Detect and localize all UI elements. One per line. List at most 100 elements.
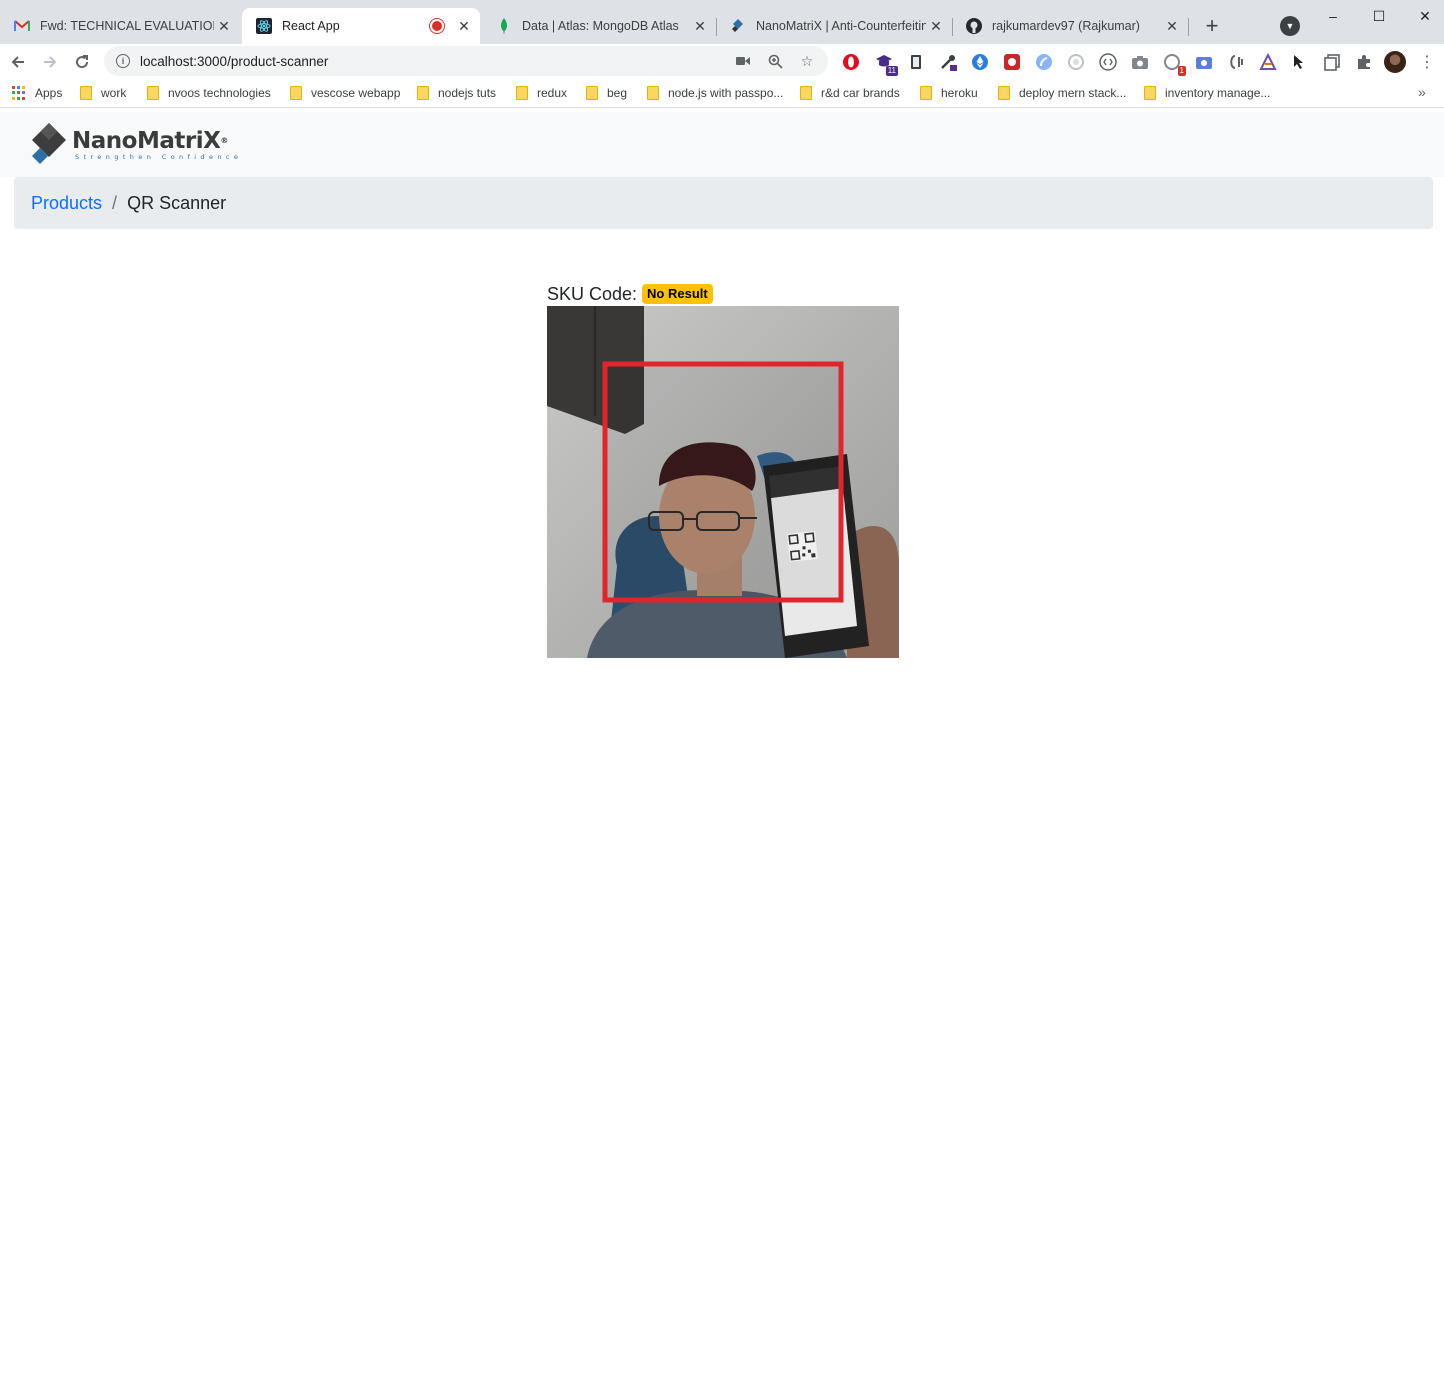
maximize-button[interactable]: ☐ (1364, 4, 1394, 28)
academic-cap-extension-icon[interactable]: 11 (874, 52, 898, 76)
bookmark-label: beg (607, 86, 628, 100)
folder-icon (920, 86, 932, 100)
mongodb-leaf-icon (496, 18, 512, 34)
qr-scanner: SKU Code: No Result (547, 282, 899, 658)
folder-icon (147, 86, 159, 100)
new-tab-button[interactable]: + (1200, 13, 1224, 38)
bookmark-label: nodejs tuts (438, 86, 497, 100)
folder-icon (586, 86, 598, 100)
window-close-button[interactable]: ✕ (1410, 4, 1440, 28)
nanomatrix-icon (730, 18, 746, 34)
url-text[interactable]: localhost:3000/product-scanner (140, 54, 732, 69)
camera-in-use-icon[interactable] (732, 50, 754, 72)
sku-code-label: SKU Code: (547, 283, 638, 304)
tab-react-app[interactable]: React App ✕ (242, 8, 480, 44)
back-arrow-icon (11, 56, 24, 68)
bookmark-folder-nodejs-tuts[interactable]: nodejs tuts (417, 84, 496, 102)
bookmark-label: node.js with passpo... (668, 86, 784, 100)
red-extension-icon[interactable] (1002, 52, 1022, 72)
bookmark-folder-work[interactable]: work (80, 84, 126, 102)
folder-icon (290, 86, 302, 100)
copy-extension-icon[interactable] (1322, 52, 1342, 72)
tab-separator (1188, 18, 1189, 36)
bookmark-label: nvoos technologies (168, 86, 271, 100)
blue-swirl-extension-icon[interactable] (1034, 52, 1054, 72)
breadcrumb-link-products[interactable]: Products (31, 193, 102, 214)
tab-mongodb[interactable]: Data | Atlas: MongoDB Atlas ✕ (482, 8, 716, 44)
grey-circle-extension-icon[interactable] (1066, 52, 1086, 72)
bookmark-folder-inventory[interactable]: inventory manage... (1144, 84, 1270, 102)
camera-feed (547, 306, 899, 658)
close-icon[interactable]: ✕ (1162, 16, 1182, 36)
triangle-extension-icon[interactable] (1258, 52, 1278, 72)
close-icon[interactable]: ✕ (454, 16, 474, 36)
app-navbar: NanoMatriX® Strengthen Confidence (0, 112, 1444, 177)
reload-button[interactable] (70, 50, 94, 74)
extensions-puzzle-icon[interactable] (1354, 52, 1374, 72)
screenshot-extension-icon[interactable] (1194, 52, 1214, 72)
brand-tagline: Strengthen Confidence (75, 153, 243, 161)
brand-name: NanoMatriX® (72, 128, 228, 154)
notification-extension-icon[interactable]: 1 (1162, 52, 1186, 76)
tab-gmail[interactable]: Fwd: TECHNICAL EVALUATION E ✕ (0, 8, 240, 44)
browser-toolbar: i localhost:3000/product-scanner ☆ 11 1 … (0, 44, 1444, 78)
profile-avatar[interactable] (1384, 51, 1406, 73)
nanomatrix-logo-icon (32, 123, 66, 164)
tab-title: React App (282, 19, 340, 33)
breadcrumb-current: QR Scanner (127, 192, 227, 213)
cursor-extension-icon[interactable] (1290, 52, 1310, 72)
address-bar[interactable]: i localhost:3000/product-scanner ☆ (104, 46, 828, 76)
tab-title: Data | Atlas: MongoDB Atlas (522, 19, 679, 33)
bookmark-apps[interactable]: Apps (12, 84, 62, 102)
eyedropper-extension-icon[interactable] (938, 52, 958, 72)
forward-button[interactable] (38, 50, 62, 74)
tab-search-icon[interactable]: ▼ (1280, 16, 1300, 36)
bookmark-label: work (101, 86, 127, 100)
bookmark-folder-nvoos[interactable]: nvoos technologies (147, 84, 271, 102)
minimize-button[interactable]: – (1318, 4, 1348, 28)
bookmark-label: redux (537, 86, 568, 100)
tab-title: Fwd: TECHNICAL EVALUATION E (40, 19, 214, 33)
opera-extension-icon[interactable] (841, 52, 861, 72)
bookmark-label: heroku (941, 86, 978, 100)
back-button[interactable] (6, 50, 30, 74)
bracket-extension-icon[interactable] (1226, 52, 1246, 72)
camera-extension-icon[interactable] (1130, 52, 1150, 72)
browser-menu-icon[interactable]: ⋮ (1418, 52, 1436, 72)
bookmark-folder-rd-car-brands[interactable]: r&d car brands (800, 84, 900, 102)
bookmark-folder-heroku[interactable]: heroku (920, 84, 978, 102)
bookmark-folder-deploy-mern[interactable]: deploy mern stack... (998, 84, 1126, 102)
sku-code-line: SKU Code: No Result (547, 282, 899, 306)
react-icon (256, 18, 272, 34)
folder-icon (800, 86, 812, 100)
reload-icon (76, 55, 89, 69)
breadcrumb: Products / QR Scanner (14, 177, 1433, 229)
status-badge: No Result (642, 284, 713, 304)
bookmark-label: deploy mern stack... (1019, 86, 1127, 100)
forward-arrow-icon (44, 56, 57, 68)
brand-logo[interactable]: NanoMatriX® Strengthen Confidence (30, 120, 242, 170)
close-icon[interactable]: ✕ (214, 16, 234, 36)
bookmark-folder-nodejs-passport[interactable]: node.js with passpo... (647, 84, 783, 102)
bookmarks-overflow-icon[interactable]: » (1418, 84, 1426, 100)
recording-indicator-icon (432, 21, 442, 31)
phone-extension-icon[interactable] (906, 52, 926, 72)
bookmark-folder-beg[interactable]: beg (586, 84, 627, 102)
camera-viewfinder[interactable] (547, 306, 899, 658)
ethereum-extension-icon[interactable] (970, 52, 990, 72)
site-info-icon[interactable]: i (116, 54, 130, 68)
bookmark-star-icon[interactable]: ☆ (796, 50, 818, 72)
close-icon[interactable]: ✕ (926, 16, 946, 36)
close-icon[interactable]: ✕ (690, 16, 710, 36)
tab-github[interactable]: rajkumardev97 (Rajkumar) ✕ (952, 8, 1188, 44)
zoom-icon[interactable] (764, 50, 786, 72)
page-content: NanoMatriX® Strengthen Confidence Produc… (0, 112, 1444, 1376)
code-extension-icon[interactable] (1098, 52, 1118, 72)
bookmark-folder-redux[interactable]: redux (516, 84, 567, 102)
extension-badge: 11 (885, 66, 898, 76)
tab-title: NanoMatriX | Anti-Counterfeiting (756, 19, 926, 33)
bookmark-folder-vescose[interactable]: vescose webapp (290, 84, 400, 102)
apps-grid-icon (12, 86, 26, 100)
tab-nanomatrix[interactable]: NanoMatriX | Anti-Counterfeiting ✕ (716, 8, 952, 44)
folder-icon (516, 86, 528, 100)
